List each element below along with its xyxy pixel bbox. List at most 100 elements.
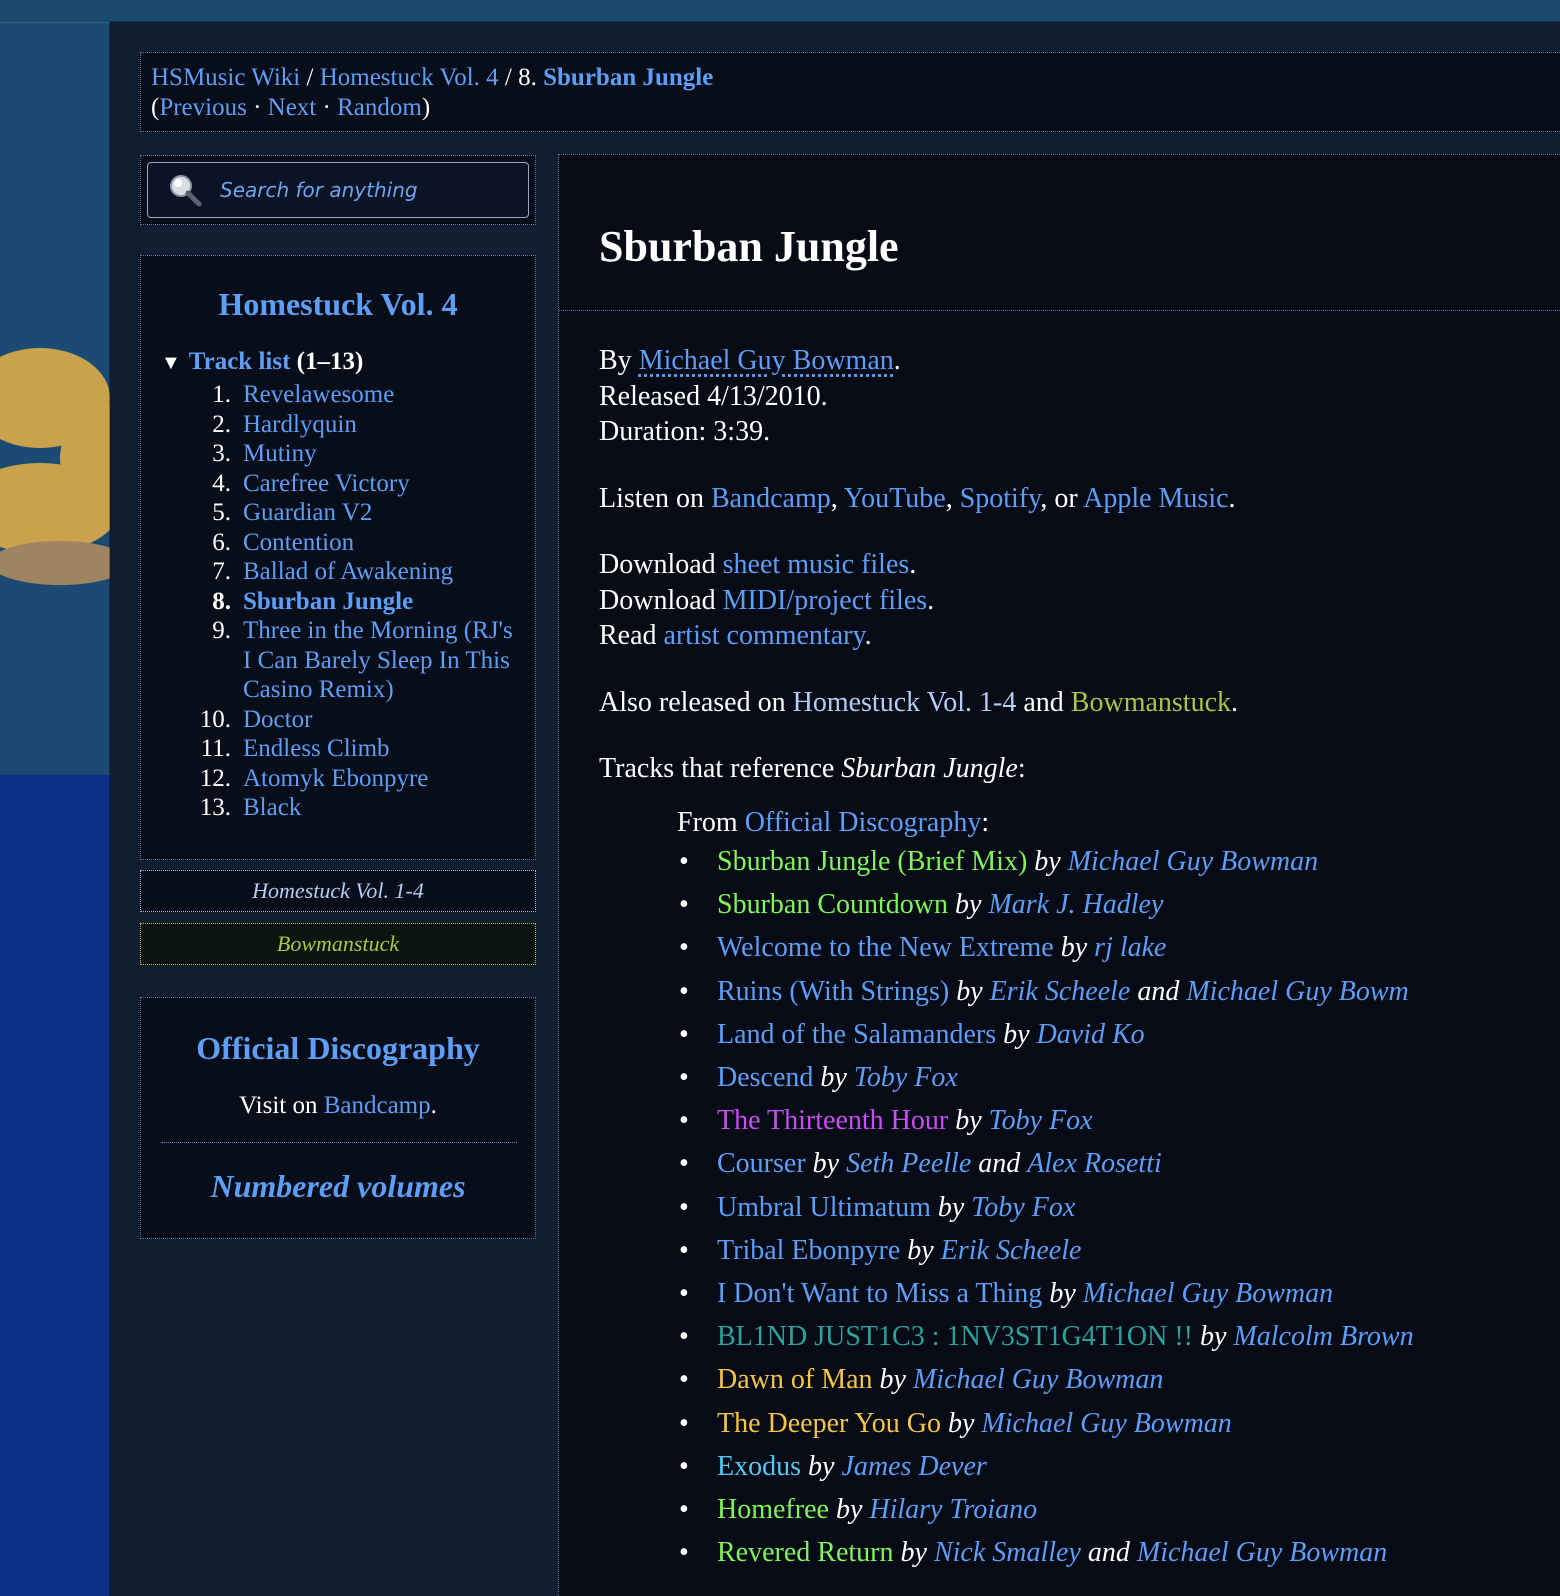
breadcrumb-separator: / [300, 64, 320, 91]
group-bandcamp-link[interactable]: Bandcamp [324, 1092, 431, 1119]
track-link[interactable]: Contention [243, 528, 354, 558]
youtube-link[interactable]: YouTube [844, 483, 946, 514]
reference-artist-link[interactable]: Michael Guy Bowman [913, 1364, 1163, 1395]
reference-artist-link[interactable]: Nick Smalley [934, 1537, 1081, 1568]
track-link[interactable]: Mutiny [243, 439, 317, 469]
breadcrumb-album-link[interactable]: Homestuck Vol. 4 [320, 64, 499, 91]
breadcrumb-current-track[interactable]: Sburban Jungle [543, 64, 713, 91]
reference-track-link[interactable]: Descend [717, 1062, 813, 1093]
spotify-link[interactable]: Spotify [960, 483, 1041, 514]
reference-item: Welcome to the New Extreme by rj lake [679, 926, 1559, 969]
reference-track-link[interactable]: Land of the Salamanders [717, 1019, 996, 1050]
sep: , [945, 482, 960, 514]
reference-artist-link[interactable]: David Ko [1037, 1019, 1145, 1050]
reference-track-link[interactable]: Tribal Ebonpyre [717, 1235, 900, 1266]
bandcamp-link[interactable]: Bandcamp [711, 483, 831, 514]
midi-files-link[interactable]: MIDI/project files [723, 585, 928, 616]
breadcrumb-separator: / 8. [498, 64, 544, 91]
reference-artist-link[interactable]: Michael Guy Bowman [1083, 1278, 1333, 1309]
track-link[interactable]: Guardian V2 [243, 498, 372, 528]
track-details: By Michael Guy Bowman. Released 4/13/201… [599, 343, 1559, 1575]
by-word: by [955, 1105, 982, 1137]
search-icon [170, 175, 202, 207]
reference-track-link[interactable]: Dawn of Man [717, 1364, 873, 1395]
reference-artist-link[interactable]: Erik Scheele [941, 1235, 1082, 1266]
track-link[interactable]: Three in the Morning (RJ's I Can Barely … [243, 616, 519, 705]
reference-track-link[interactable]: Sburban Jungle (Brief Mix) [717, 846, 1027, 877]
also-vol14-link[interactable]: Homestuck Vol. 1-4 [793, 687, 1017, 718]
track-link[interactable]: Revelawesome [243, 380, 394, 410]
reference-artist-link[interactable]: Hilary Troiano [869, 1494, 1037, 1525]
apple-music-link[interactable]: Apple Music [1083, 483, 1228, 514]
search-field[interactable] [147, 162, 529, 218]
reference-item: Land of the Salamanders by David Ko [679, 1013, 1559, 1056]
period: . [927, 584, 935, 616]
reference-item: BL1ND JUST1C3 : 1NV3ST1G4T1ON !! by Malc… [679, 1315, 1559, 1358]
track-link[interactable]: Atomyk Ebonpyre [243, 764, 428, 794]
previous-link[interactable]: Previous [159, 94, 247, 121]
tracklist-label: Track list [188, 348, 291, 375]
reference-artist-link[interactable]: Malcolm Brown [1233, 1321, 1413, 1352]
track-navigation: (Previous · Next · Random) [151, 93, 1560, 123]
track-number: 5. [212, 499, 231, 526]
reference-track-link[interactable]: Homefree [717, 1494, 829, 1525]
reference-track-link[interactable]: The Thirteenth Hour [717, 1105, 948, 1136]
random-link[interactable]: Random [337, 94, 422, 121]
breadcrumb-home-link[interactable]: HSMusic Wiki [151, 64, 300, 91]
reference-artist-link[interactable]: Michael Guy Bowman [1068, 846, 1318, 877]
reference-track-link[interactable]: The Deeper You Go [717, 1408, 941, 1439]
artist-commentary-link[interactable]: artist commentary [664, 620, 865, 651]
reference-artist-link[interactable]: Toby Fox [854, 1062, 958, 1093]
album-chip-homestuck-vol-1-4[interactable]: Homestuck Vol. 1-4 [140, 870, 536, 912]
track-link[interactable]: Carefree Victory [243, 469, 410, 499]
reference-artist-link[interactable]: Michael Guy Bowm [1186, 976, 1408, 1007]
reference-artist-link[interactable]: Alex Rosetti [1027, 1148, 1162, 1179]
reference-track-link[interactable]: Sburban Countdown [717, 889, 948, 920]
reference-artist-link[interactable]: Michael Guy Bowman [981, 1408, 1231, 1439]
tracklist-toggle[interactable]: ▼ Track list (1–13) [161, 348, 363, 376]
artist-link[interactable]: Michael Guy Bowman [639, 345, 894, 376]
reference-track-link[interactable]: Umbral Ultimatum [717, 1192, 931, 1223]
reference-artist-link[interactable]: Toby Fox [971, 1192, 1075, 1223]
reference-track-link[interactable]: Exodus [717, 1451, 801, 1482]
reference-item: Sburban Countdown by Mark J. Hadley [679, 883, 1559, 926]
album-title-link[interactable]: Homestuck Vol. 4 [141, 286, 535, 323]
search-input[interactable] [218, 177, 522, 203]
group-title-link[interactable]: Official Discography [141, 1030, 535, 1067]
reference-artist-link[interactable]: Toby Fox [989, 1105, 1093, 1136]
next-link[interactable]: Next [268, 94, 317, 121]
reference-artist-link[interactable]: Seth Peelle [846, 1148, 971, 1179]
by-word: by [907, 1234, 934, 1266]
album-chip-bowmanstuck[interactable]: Bowmanstuck [140, 923, 536, 965]
track-number: 8. [212, 587, 231, 615]
reference-artist-link[interactable]: rj lake [1094, 932, 1166, 963]
reference-artist-link[interactable]: Mark J. Hadley [988, 889, 1163, 920]
reference-track-link[interactable]: BL1ND JUST1C3 : 1NV3ST1G4T1ON !! [717, 1321, 1193, 1352]
reference-artist-link[interactable]: Erik Scheele [990, 976, 1131, 1007]
by-word: by [1003, 1018, 1030, 1050]
reference-item: Descend by Toby Fox [679, 1056, 1559, 1099]
track-link[interactable]: Sburban Jungle [243, 587, 413, 617]
colon: : [1017, 753, 1026, 784]
track-link[interactable]: Endless Climb [243, 734, 390, 764]
by-word: by [937, 1191, 965, 1223]
reference-track-link[interactable]: Courser [717, 1148, 806, 1179]
from-group-link[interactable]: Official Discography [745, 807, 982, 838]
reference-track-link[interactable]: I Don't Want to Miss a Thing [717, 1278, 1042, 1309]
reference-track-link[interactable]: Ruins (With Strings) [717, 976, 949, 1007]
also-bowmanstuck-link[interactable]: Bowmanstuck [1071, 687, 1231, 718]
reference-artist-link[interactable]: Michael Guy Bowman [1137, 1537, 1387, 1568]
track-link[interactable]: Hardlyquin [243, 410, 357, 440]
reference-artist-link[interactable]: James Dever [841, 1451, 986, 1482]
reference-track-link[interactable]: Revered Return [717, 1537, 894, 1568]
numbered-volumes-link[interactable]: Numbered volumes [141, 1168, 535, 1205]
by-word: by [812, 1148, 840, 1180]
track-link[interactable]: Black [243, 793, 301, 823]
track-number: 3. [212, 440, 231, 467]
track-link[interactable]: Doctor [243, 705, 312, 735]
reference-track-link[interactable]: Welcome to the New Extreme [717, 932, 1054, 963]
sheet-music-link[interactable]: sheet music files [723, 549, 910, 580]
track-link[interactable]: Ballad of Awakening [243, 557, 453, 587]
track-number: 6. [212, 528, 231, 556]
track-number: 4. [212, 469, 231, 497]
